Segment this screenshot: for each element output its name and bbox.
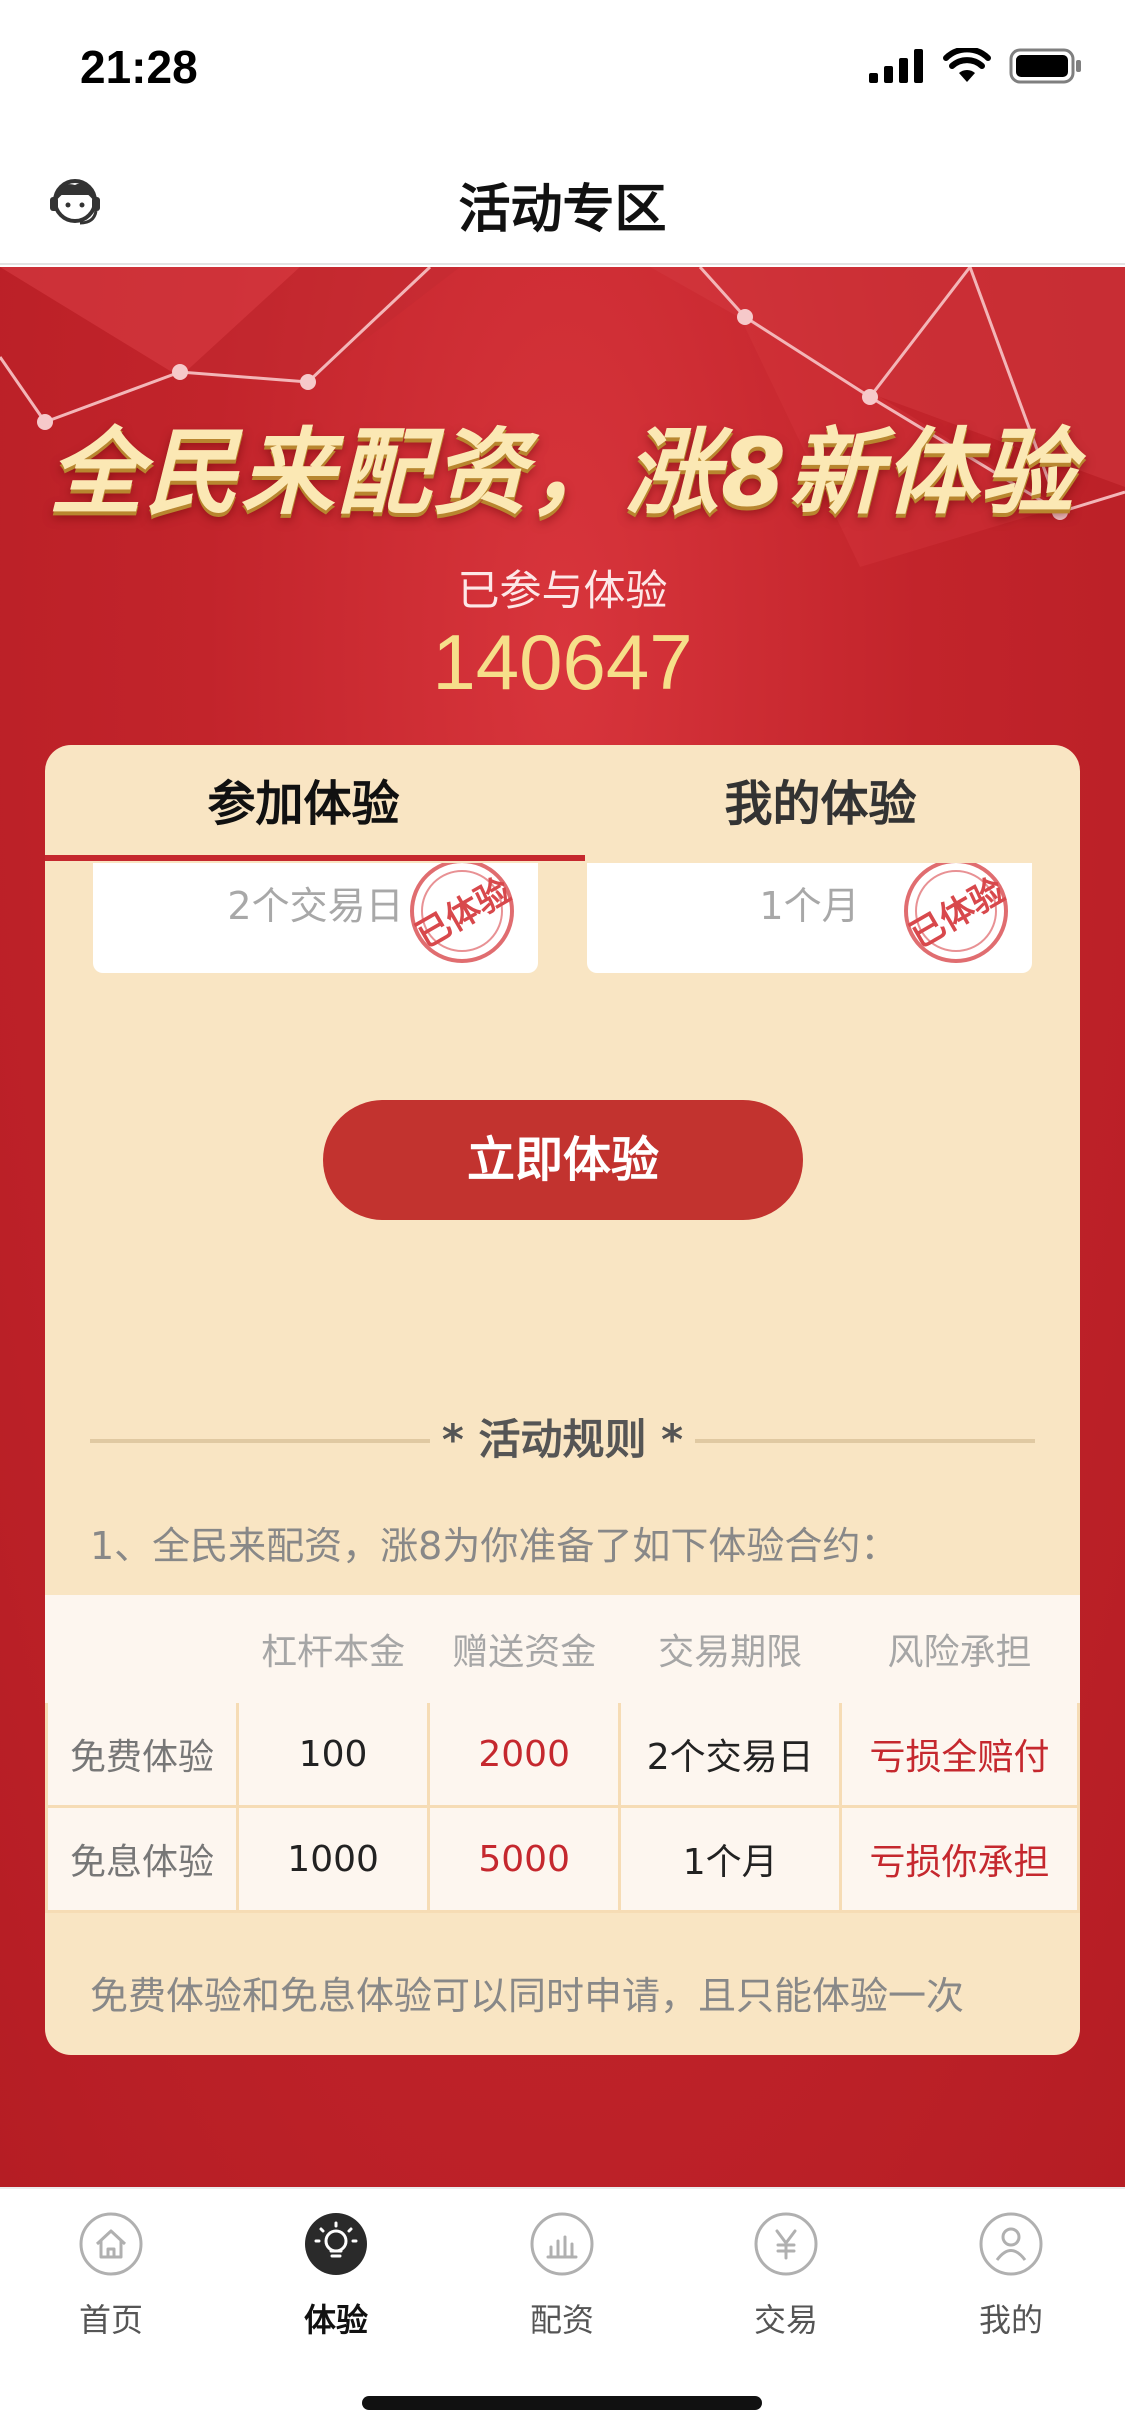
table-row: 免息体验 1000 5000 1个月 亏损你承担 [45,1805,1080,1913]
table-header-row: 杠杆本金 赠送资金 交易期限 风险承担 [45,1595,1080,1703]
bulb-icon [305,2213,367,2275]
tab-join-experience[interactable]: 参加体验 [45,745,562,863]
rules-note: 免费体验和免息体验可以同时申请，且只能体验一次 [90,1974,965,2018]
status-bar: 21:28 [0,0,1125,135]
contract-table: 杠杆本金 赠送资金 交易期限 风险承担 免费体验 100 2000 2个交易日 … [45,1595,1080,1913]
tab-bar-top: 参加体验 我的体验 [45,745,1080,863]
tab-label: 交易 [753,2301,818,2339]
tab-label: 首页 [78,2301,143,2339]
battery-icon [1009,48,1081,84]
table-cell: 2个交易日 [618,1700,843,1808]
activity-card: 参加体验 我的体验 2个交易日 已体验 1个月 已体验 立即体验 * 活动规则 … [45,745,1080,2055]
table-cell: 免费体验 [45,1700,240,1808]
table-cell: 1000 [236,1805,431,1913]
tab-my-experience[interactable]: 我的体验 [562,745,1079,863]
status-time: 21:28 [80,41,198,93]
experience-option-interest-free[interactable]: 1个月 已体验 [587,863,1032,973]
tab-experience[interactable]: 体验 [256,2211,416,2341]
table-cell: 2000 [427,1700,622,1808]
banner-headline: 全民来配资，涨8新体验 [48,419,1077,528]
table-header [45,1595,240,1703]
table-cell: 1个月 [618,1805,843,1913]
table-cell: 免息体验 [45,1805,240,1913]
tab-mine[interactable]: 我的 [931,2211,1091,2341]
rules-description: 1、全民来配资，涨8为你准备了如下体验合约： [90,1524,899,1568]
used-stamp-icon: 已体验 [903,863,1012,963]
home-icon [79,2212,143,2276]
home-indicator[interactable] [362,2396,762,2410]
tab-label: 配资 [529,2301,594,2339]
table-header: 赠送资金 [427,1595,622,1703]
nav-bar: 活动专区 [0,135,1125,265]
tab-active-indicator [45,855,585,861]
divider [695,1439,1035,1443]
tab-trade[interactable]: 交易 [706,2211,866,2341]
rules-header: * 活动规则 * [45,1405,1080,1475]
experience-option-free[interactable]: 2个交易日 已体验 [93,863,538,973]
used-stamp-icon: 已体验 [409,863,518,963]
table-cell: 亏损全赔付 [839,1700,1080,1808]
table-header: 交易期限 [618,1595,843,1703]
tab-label: 体验 [303,2301,368,2339]
table-row: 免费体验 100 2000 2个交易日 亏损全赔付 [45,1700,1080,1808]
signal-icon [869,49,923,83]
user-icon [979,2212,1043,2276]
status-icons [869,48,1083,84]
experience-now-button[interactable]: 立即体验 [323,1100,803,1220]
table-cell: 亏损你承担 [839,1805,1080,1913]
joined-count: 140647 [432,618,693,706]
table-header: 杠杆本金 [236,1595,431,1703]
tab-margin[interactable]: 配资 [482,2211,642,2341]
joined-label: 已参与体验 [457,566,668,615]
table-header: 风险承担 [839,1595,1080,1703]
table-cell: 100 [236,1700,431,1808]
tab-label: 我的 [978,2301,1043,2339]
page-title: 活动专区 [458,180,667,240]
wifi-icon [943,48,991,82]
table-cell: 5000 [427,1805,622,1913]
chart-icon [530,2212,594,2276]
tab-home[interactable]: 首页 [31,2211,191,2341]
yen-icon [754,2212,818,2276]
